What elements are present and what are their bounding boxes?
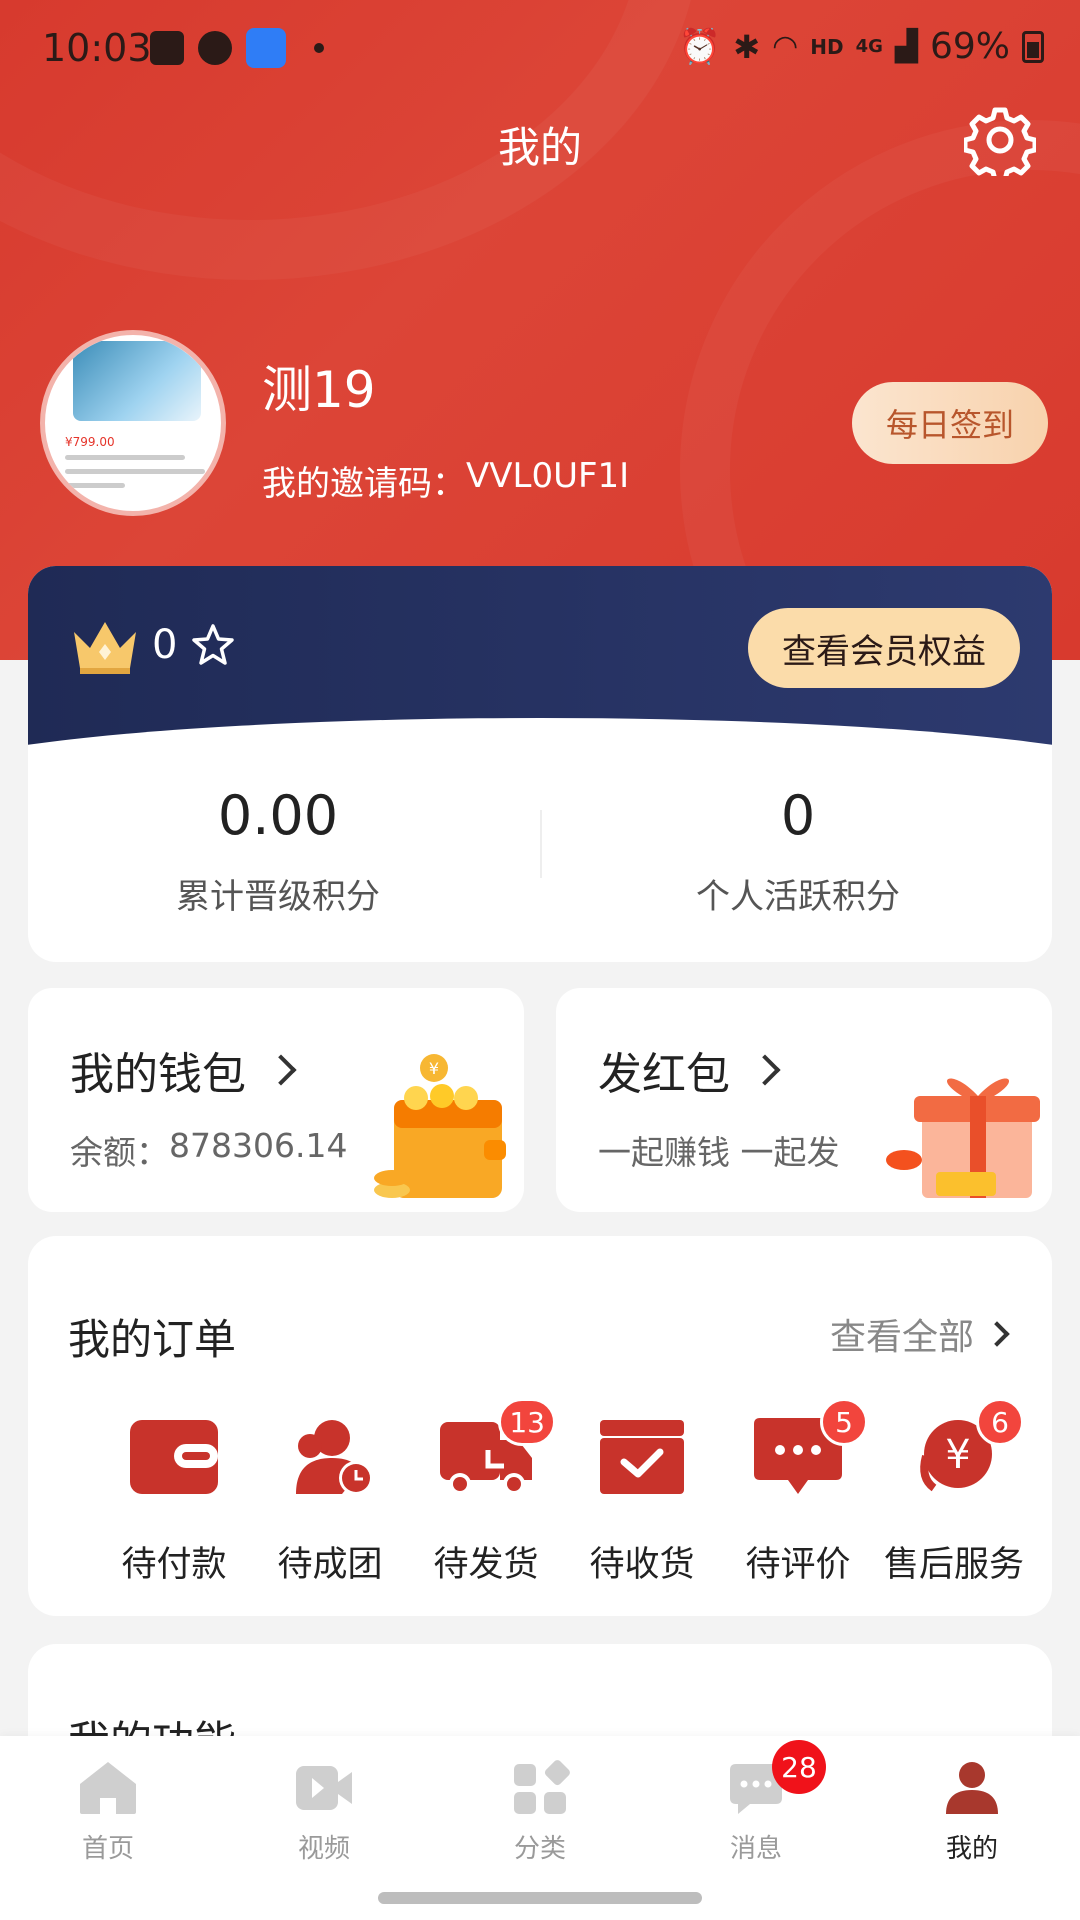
orders-card: 我的订单 查看全部 待付款 待成团 13 待发货 待收货 5 待评价 ¥ 6 售… <box>28 1236 1052 1616</box>
gallery-icon <box>150 31 184 65</box>
nav-category[interactable]: 分类 <box>432 1760 648 1865</box>
signal-icon: ▟ <box>894 29 918 64</box>
header-background <box>0 0 1080 660</box>
bluetooth-icon: ✱ <box>733 27 761 66</box>
app-icon <box>246 28 286 68</box>
view-benefits-button[interactable]: 查看会员权益 <box>748 608 1020 688</box>
nav-label: 视频 <box>297 1834 350 1864</box>
chevron-right-icon <box>749 1054 781 1086</box>
order-label: 待付款 <box>121 1545 227 1585</box>
invite-value: VVL0UF1I <box>466 456 630 496</box>
order-after-sales[interactable]: ¥ 6 售后服务 <box>875 1398 1033 1587</box>
order-pending-shipment[interactable]: 13 待发货 <box>407 1398 565 1587</box>
nav-label: 我的 <box>945 1834 998 1864</box>
nav-label: 分类 <box>513 1834 566 1864</box>
chevron-right-icon <box>984 1321 1010 1347</box>
nav-home[interactable]: 首页 <box>0 1760 216 1865</box>
order-badge: 13 <box>498 1398 556 1446</box>
balance-value: 878306.14 <box>169 1126 348 1165</box>
avatar-phone-image <box>73 341 201 421</box>
chevron-right-icon <box>265 1054 297 1086</box>
group-clock-icon <box>296 1420 373 1495</box>
wallet-icon <box>130 1420 218 1494</box>
red-packet-card[interactable]: 发红包 一起赚钱 一起发 <box>556 988 1052 1212</box>
hd-label: HD <box>810 34 844 59</box>
order-pending-review[interactable]: 5 待评价 <box>719 1398 877 1587</box>
notification-icons <box>150 28 324 68</box>
order-pending-payment[interactable]: 待付款 <box>95 1416 253 1587</box>
svg-text:¥: ¥ <box>945 1432 970 1478</box>
order-label: 售后服务 <box>883 1545 1024 1585</box>
wifi-icon: ◠ <box>772 29 799 64</box>
gear-icon[interactable] <box>962 104 1038 183</box>
orders-title: 我的订单 <box>68 1315 237 1364</box>
order-label: 待评价 <box>745 1545 851 1585</box>
status-bar: 10:03 ⏰ ✱ ◠ HD 4G ▟ 69% <box>0 0 1080 96</box>
order-pending-group[interactable]: 待成团 <box>251 1416 409 1587</box>
alarm-icon: ⏰ <box>678 26 722 67</box>
nav-video[interactable]: 视频 <box>216 1760 432 1865</box>
page-title: 我的 <box>497 123 582 172</box>
balance-label: 余额： <box>70 1133 169 1172</box>
red-packet-subtitle: 一起赚钱 一起发 <box>598 1133 840 1172</box>
wallet-coins-icon: ¥ <box>374 1054 506 1198</box>
order-label: 待成团 <box>277 1545 383 1585</box>
nav-profile[interactable]: 我的 <box>864 1760 1080 1865</box>
star-icon <box>192 624 234 665</box>
invite-code[interactable]: 我的邀请码： VVL0UF1I <box>262 456 629 505</box>
stat-label: 累计晋级积分 <box>176 877 380 917</box>
avatar-price: ¥799.00 <box>65 435 115 449</box>
nav-messages[interactable]: 28 消息 <box>648 1740 864 1865</box>
home-icon <box>80 1762 136 1814</box>
view-all-orders-link[interactable]: 查看全部 <box>829 1308 1010 1360</box>
order-badge: 5 <box>820 1398 868 1446</box>
avatar[interactable]: ¥799.00 <box>40 330 226 516</box>
status-time: 10:03 <box>42 26 152 70</box>
order-label: 待收货 <box>589 1545 695 1585</box>
svg-text:¥: ¥ <box>429 1059 439 1078</box>
invite-label: 我的邀请码： <box>262 464 466 504</box>
nav-label: 消息 <box>729 1834 782 1864</box>
member-level: 0 <box>152 622 178 668</box>
profile-icon <box>946 1762 998 1814</box>
video-icon <box>296 1766 352 1810</box>
stat-activity-points[interactable]: 0 个人活跃积分 <box>588 784 1008 918</box>
chat-icon <box>198 31 232 65</box>
wallet-title: 我的钱包 <box>70 1049 246 1100</box>
red-packet-title: 发红包 <box>598 1049 730 1100</box>
username: 测19 <box>262 361 376 419</box>
status-right: ⏰ ✱ ◠ HD 4G ▟ 69% <box>679 26 1044 67</box>
more-dot-icon <box>314 43 324 53</box>
signal-label: 4G <box>855 36 883 57</box>
message-badge: 28 <box>772 1740 826 1794</box>
home-indicator[interactable] <box>378 1892 702 1904</box>
order-label: 待发货 <box>433 1545 539 1585</box>
stat-upgrade-points[interactable]: 0.00 累计晋级积分 <box>68 784 488 918</box>
daily-checkin-button[interactable]: 每日签到 <box>852 382 1048 464</box>
order-pending-receipt[interactable]: 待收货 <box>563 1416 721 1587</box>
order-badge: 6 <box>976 1398 1024 1446</box>
membership-card: 0 查看会员权益 0.00 累计晋级积分 0 个人活跃积分 <box>28 566 1052 962</box>
view-all-label: 查看全部 <box>829 1317 974 1358</box>
stat-divider <box>540 810 542 878</box>
category-icon <box>514 1760 570 1814</box>
gift-box-icon <box>886 1078 1040 1198</box>
stat-value: 0 <box>780 784 816 847</box>
crown-icon <box>74 622 136 674</box>
stat-value: 0.00 <box>217 784 339 847</box>
stat-label: 个人活跃积分 <box>696 877 900 917</box>
battery-percent: 69% <box>929 26 1010 67</box>
battery-icon <box>1022 30 1044 63</box>
nav-label: 首页 <box>81 1834 134 1864</box>
box-check-icon <box>600 1420 684 1494</box>
wallet-card[interactable]: 我的钱包 余额： 878306.14 ¥ <box>28 988 524 1212</box>
